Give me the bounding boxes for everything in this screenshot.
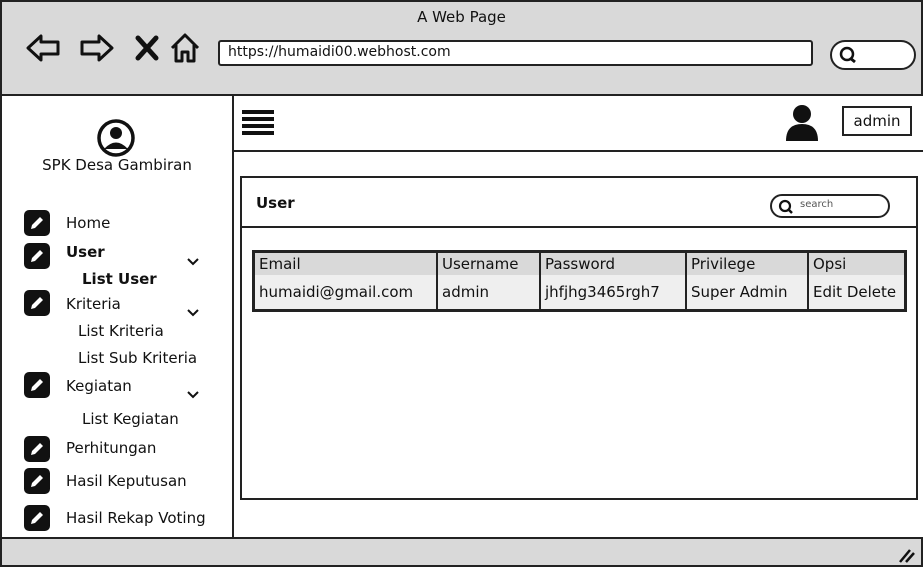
cell-email: humaidi@gmail.com [259, 283, 414, 301]
hamburger-menu-icon[interactable] [242, 108, 276, 136]
users-table: Email Username Password Privilege Opsi h… [252, 250, 907, 312]
cell-privilege: Super Admin [685, 275, 808, 309]
edit-icon [24, 210, 50, 236]
table-header-row: Email Username Password Privilege Opsi [255, 253, 904, 275]
edit-icon [24, 436, 50, 462]
edit-icon [24, 372, 50, 398]
sidebar-subitem-list-kegiatan[interactable]: List Kegiatan [82, 410, 179, 428]
column-header-opsi: Opsi [807, 253, 904, 275]
column-header-username: Username [436, 253, 540, 275]
sidebar-item-user[interactable]: User [66, 243, 105, 261]
panel-search-placeholder: search [800, 199, 834, 210]
chevron-down-icon[interactable] [186, 303, 200, 317]
sidebar-item-hasil-rekap-voting[interactable]: Hasil Rekap Voting [66, 509, 206, 527]
chevron-down-icon[interactable] [186, 385, 200, 399]
sidebar-subitem-list-user[interactable]: List User [82, 270, 157, 288]
sidebar-item-perhitungan[interactable]: Perhitungan [66, 439, 156, 457]
edit-icon [24, 243, 50, 269]
edit-icon [24, 290, 50, 316]
forward-arrow-icon[interactable] [80, 32, 114, 64]
user-circle-icon [96, 118, 136, 158]
chevron-down-icon[interactable] [186, 252, 200, 266]
brand-name: SPK Desa Gambiran [42, 156, 192, 174]
sidebar-subitem-list-sub-kriteria[interactable]: List Sub Kriteria [78, 349, 197, 367]
search-icon [838, 46, 858, 68]
column-header-privilege: Privilege [685, 253, 808, 275]
cell-username: admin [436, 275, 540, 309]
sidebar-item-kriteria[interactable]: Kriteria [66, 295, 121, 313]
status-bar [0, 537, 923, 567]
close-icon[interactable] [132, 32, 166, 64]
sidebar-item-home[interactable]: Home [66, 214, 110, 232]
edit-icon [24, 468, 50, 494]
cell-opsi-actions[interactable]: Edit Delete [807, 275, 904, 309]
column-header-email: Email [259, 255, 301, 273]
search-icon [777, 199, 795, 219]
resize-grip-icon[interactable] [896, 547, 916, 563]
sidebar-item-hasil-keputusan[interactable]: Hasil Keputusan [66, 472, 187, 490]
cell-password: jhfjhg3465rgh7 [539, 275, 686, 309]
panel-title: User [256, 194, 295, 212]
window-title: A Web Page [417, 8, 506, 26]
sidebar-subitem-list-kriteria[interactable]: List Kriteria [78, 322, 164, 340]
browser-search-field[interactable] [830, 40, 916, 70]
column-header-password: Password [539, 253, 686, 275]
user-icon[interactable] [784, 104, 820, 142]
url-bar[interactable]: https://humaidi00.webhost.com [218, 40, 813, 66]
sidebar-item-kegiatan[interactable]: Kegiatan [66, 377, 132, 395]
edit-icon [24, 505, 50, 531]
table-row: humaidi@gmail.com admin jhfjhg3465rgh7 S… [255, 275, 904, 309]
back-arrow-icon[interactable] [26, 32, 60, 64]
admin-user-button[interactable]: admin [842, 106, 912, 136]
home-icon[interactable] [168, 32, 202, 64]
